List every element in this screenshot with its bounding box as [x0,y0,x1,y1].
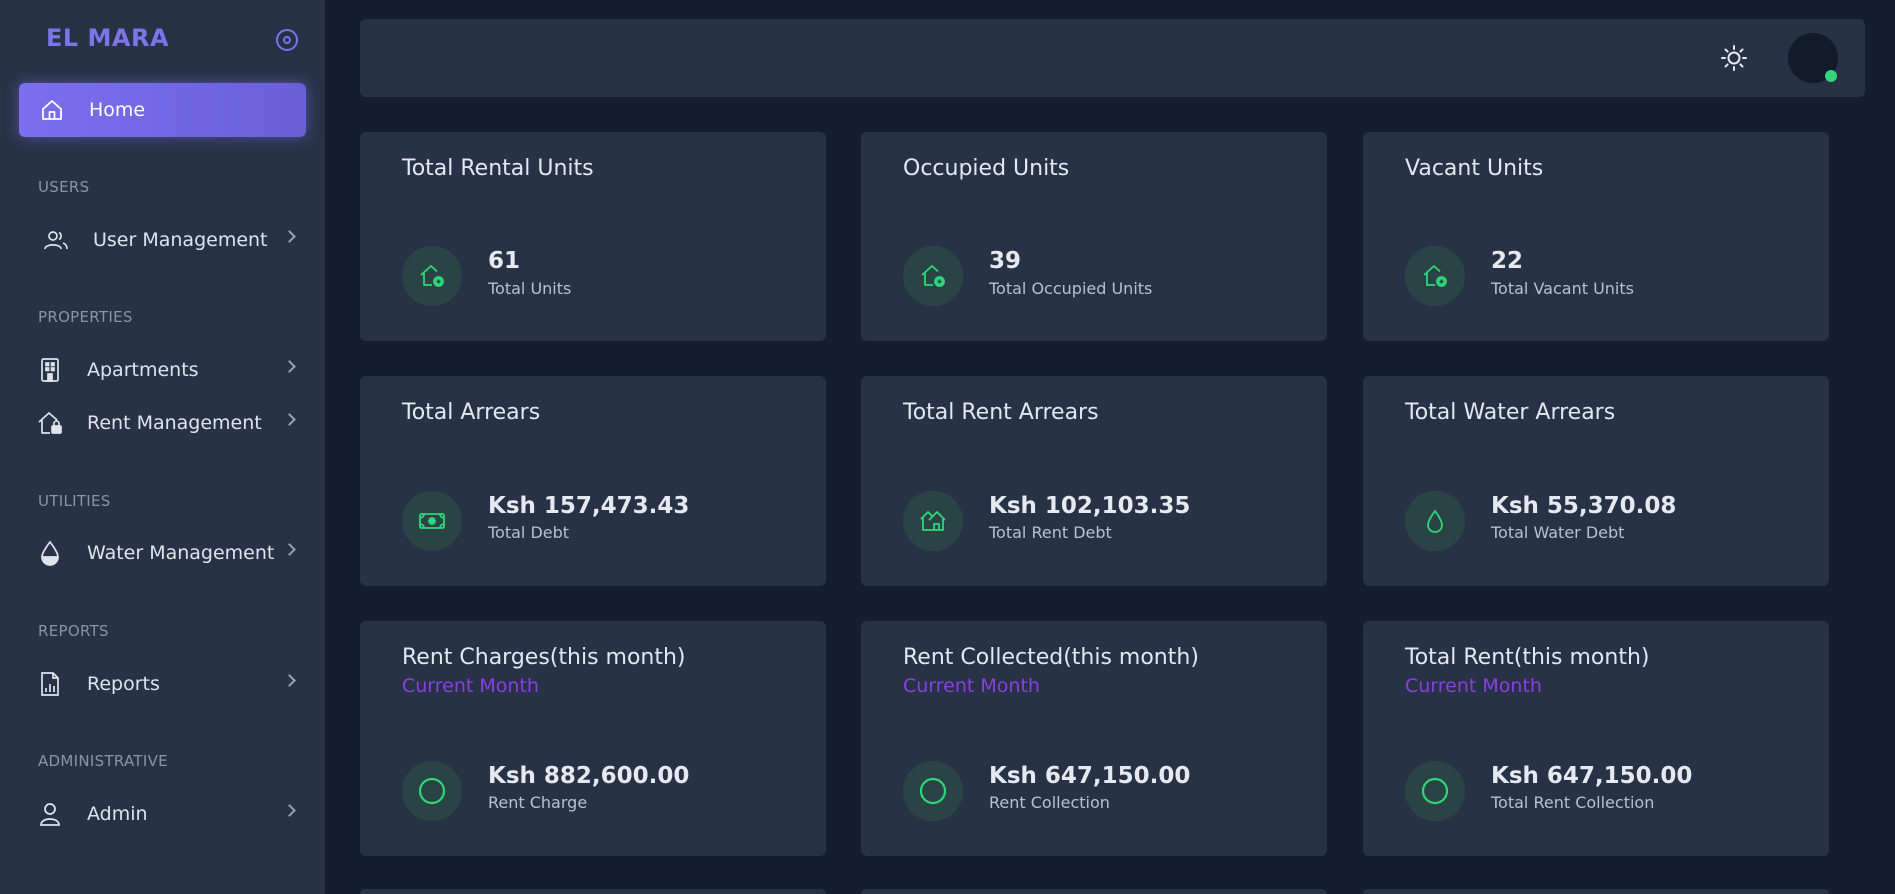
house-plus-icon [1405,246,1465,306]
online-status-dot [1825,70,1837,82]
card-title: Total Rental Units [402,156,594,181]
sidebar-item-label: Admin [87,803,148,825]
sidebar-item-admin[interactable]: Admin [19,791,306,837]
card-title: Total Rent Arrears [903,400,1099,425]
sidebar: EL MARA Home USERS User Management PROPE… [0,0,325,894]
card-title: Total Arrears [402,400,541,425]
sidebar-item-user-management[interactable]: User Management [19,217,306,263]
circle-icon [402,761,462,821]
cash-icon [402,491,462,551]
card-value: Ksh 157,473.43 [488,493,690,519]
sun-icon[interactable] [1720,44,1748,72]
chevron-right-icon [283,674,296,687]
card-value: Ksh 55,370.08 [1491,493,1677,519]
sidebar-item-reports[interactable]: Reports [19,661,306,707]
stat-card-vacant-units: Vacant Units 22 Total Vacant Units [1363,132,1829,341]
card-subtitle: Current Month [903,675,1040,697]
card-title: Total Water Arrears [1405,400,1616,425]
chevron-right-icon [283,543,296,556]
chevron-right-icon [283,230,296,243]
houses-icon [903,491,963,551]
water-drop-icon [37,540,63,566]
report-icon [37,671,63,697]
chevron-right-icon [283,413,296,426]
sidebar-toggle-icon[interactable] [276,29,298,51]
chevron-right-icon [283,804,296,817]
card-title: Occupied Units [903,156,1070,181]
sidebar-item-water-management[interactable]: Water Management [19,530,306,576]
stat-card-partial [861,889,1327,894]
card-subtitle: Current Month [402,675,539,697]
user-icon [37,801,63,827]
card-title: Total Rent(this month) [1405,645,1650,670]
sidebar-item-label: Apartments [87,359,199,381]
sidebar-item-label: Reports [87,673,160,695]
stat-card-total-rental-units: Total Rental Units 61 Total Units [360,132,826,341]
card-caption: Total Vacant Units [1491,279,1634,298]
stat-card-rent-collected: Rent Collected(this month) Current Month… [861,621,1327,856]
card-subtitle: Current Month [1405,675,1542,697]
sidebar-item-label: User Management [93,229,268,251]
chevron-right-icon [283,360,296,373]
home-icon [39,97,65,123]
stat-card-partial [360,889,826,894]
house-plus-icon [402,246,462,306]
sidebar-item-label: Rent Management [87,412,262,434]
section-label-properties: PROPERTIES [38,308,133,326]
card-title: Vacant Units [1405,156,1544,181]
stat-card-total-arrears: Total Arrears Ksh 157,473.43 Total Debt [360,376,826,586]
section-label-administrative: ADMINISTRATIVE [38,752,168,770]
section-label-reports: REPORTS [38,622,109,640]
sidebar-item-label: Home [89,99,146,121]
card-value: Ksh 882,600.00 [488,763,690,789]
card-value: 61 [488,248,521,274]
stat-card-total-water-arrears: Total Water Arrears Ksh 55,370.08 Total … [1363,376,1829,586]
card-value: Ksh 102,103.35 [989,493,1191,519]
stat-card-partial [1363,889,1829,894]
card-value: Ksh 647,150.00 [989,763,1191,789]
circle-icon [1405,761,1465,821]
section-label-users: USERS [38,178,90,196]
water-drop-icon [1405,491,1465,551]
card-value: 22 [1491,248,1524,274]
card-value: Ksh 647,150.00 [1491,763,1693,789]
circle-icon [903,761,963,821]
card-title: Rent Collected(this month) [903,645,1199,670]
brand-logo[interactable]: EL MARA [46,24,169,52]
card-caption: Total Rent Debt [989,523,1112,542]
users-icon [43,227,69,253]
stat-card-total-rent-arrears: Total Rent Arrears Ksh 102,103.35 Total … [861,376,1327,586]
card-caption: Total Occupied Units [989,279,1153,298]
house-lock-icon [37,410,63,436]
stat-card-rent-charges: Rent Charges(this month) Current Month K… [360,621,826,856]
card-caption: Total Water Debt [1491,523,1625,542]
stat-card-occupied-units: Occupied Units 39 Total Occupied Units [861,132,1327,341]
card-caption: Rent Collection [989,793,1110,812]
card-title: Rent Charges(this month) [402,645,686,670]
sidebar-item-rent-management[interactable]: Rent Management [19,400,306,446]
section-label-utilities: UTILITIES [38,492,111,510]
card-caption: Rent Charge [488,793,588,812]
card-value: 39 [989,248,1022,274]
building-icon [37,357,63,383]
stat-card-total-rent: Total Rent(this month) Current Month Ksh… [1363,621,1829,856]
sidebar-item-apartments[interactable]: Apartments [19,347,306,393]
card-caption: Total Rent Collection [1491,793,1655,812]
sidebar-item-home[interactable]: Home [19,83,306,137]
house-plus-icon [903,246,963,306]
top-bar [360,19,1865,97]
card-caption: Total Units [488,279,572,298]
card-caption: Total Debt [488,523,570,542]
sidebar-item-label: Water Management [87,542,275,564]
